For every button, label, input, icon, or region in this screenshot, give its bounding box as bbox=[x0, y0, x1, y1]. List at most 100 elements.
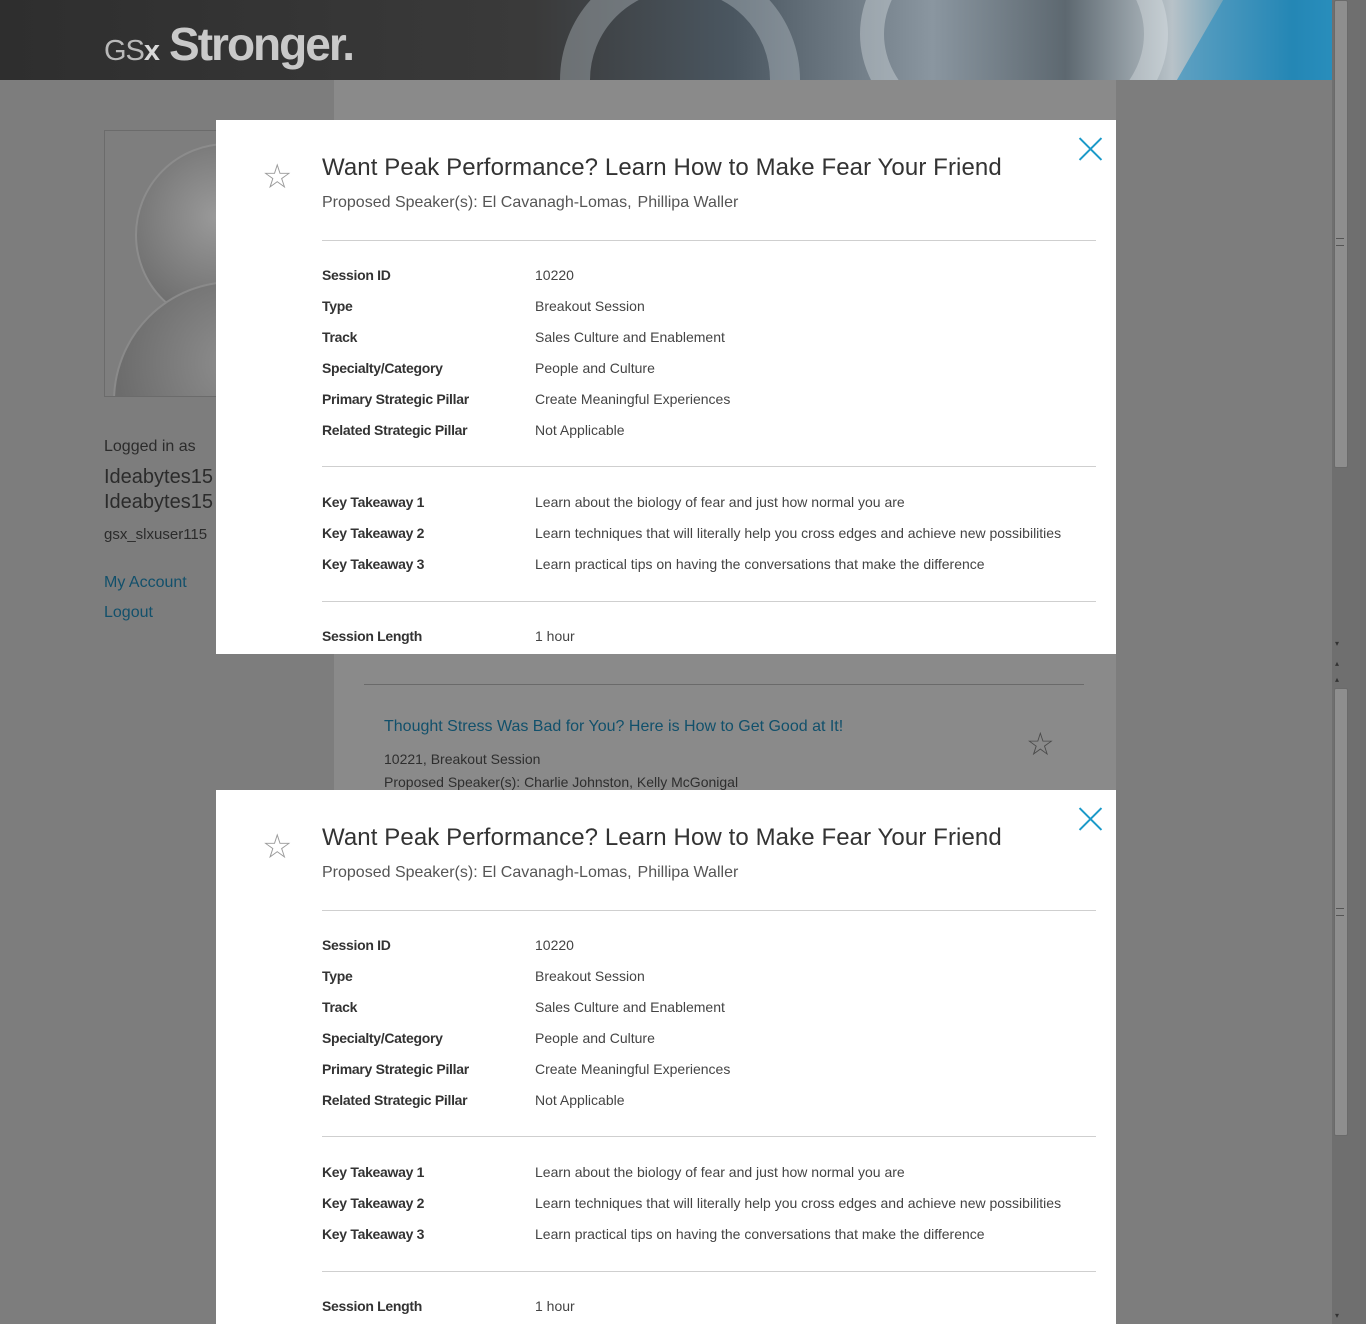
scrollbar-grip bbox=[1336, 908, 1344, 916]
detail-value: 10220 bbox=[535, 267, 574, 283]
detail-value: People and Culture bbox=[535, 1030, 655, 1046]
speaker-name: El Cavanagh-Lomas, bbox=[482, 194, 632, 211]
detail-label: Specialty/Category bbox=[322, 1030, 443, 1046]
speakers-prefix: Proposed Speaker(s): bbox=[322, 194, 478, 211]
detail-row-session-length: Session Length 1 hour bbox=[322, 1298, 1102, 1318]
scroll-up-arrow-icon[interactable]: ▴ bbox=[1335, 660, 1339, 668]
takeaway-label: Key Takeaway 2 bbox=[322, 1195, 425, 1211]
detail-value: People and Culture bbox=[535, 360, 655, 376]
divider bbox=[322, 1136, 1096, 1137]
divider bbox=[322, 466, 1096, 467]
speaker-name: El Cavanagh-Lomas, bbox=[482, 864, 632, 881]
speaker-name: Phillipa Waller bbox=[637, 194, 739, 211]
detail-label: Session Length bbox=[322, 1298, 423, 1314]
header-graphic bbox=[1165, 0, 1332, 80]
user-first-name: Ideabytes15 bbox=[104, 466, 213, 488]
modal-speakers: Proposed Speaker(s): El Cavanagh-Lomas, P… bbox=[322, 194, 738, 212]
detail-value: Not Applicable bbox=[535, 1092, 625, 1108]
site-logo[interactable]: GSx Stronger. bbox=[104, 14, 355, 70]
scroll-down-arrow-icon[interactable]: ▾ bbox=[1335, 1312, 1339, 1320]
detail-label: Type bbox=[322, 298, 353, 314]
detail-row-track: Track Sales Culture and Enablement bbox=[322, 329, 1102, 349]
detail-row-category: Specialty/Category People and Culture bbox=[322, 1030, 1102, 1050]
detail-label: Session Length bbox=[322, 628, 423, 644]
detail-row-track: Track Sales Culture and Enablement bbox=[322, 999, 1102, 1019]
scroll-up-arrow-icon[interactable]: ▴ bbox=[1335, 676, 1339, 684]
detail-row-related-pillar: Related Strategic Pillar Not Applicable bbox=[322, 1092, 1102, 1112]
takeaway-value: Learn techniques that will literally hel… bbox=[535, 1195, 1062, 1211]
takeaway-label: Key Takeaway 3 bbox=[322, 1226, 425, 1242]
detail-value: Not Applicable bbox=[535, 422, 625, 438]
takeaway-row-2: Key Takeaway 2 Learn techniques that wil… bbox=[322, 1195, 1102, 1215]
takeaway-row-2: Key Takeaway 2 Learn techniques that wil… bbox=[322, 525, 1102, 545]
takeaway-value: Learn techniques that will literally hel… bbox=[535, 525, 1062, 541]
detail-row-type: Type Breakout Session bbox=[322, 968, 1102, 988]
divider bbox=[322, 240, 1096, 241]
detail-row-session-length: Session Length 1 hour bbox=[322, 628, 1102, 648]
session-title-link[interactable]: Thought Stress Was Bad for You? Here is … bbox=[384, 718, 843, 736]
takeaway-row-1: Key Takeaway 1 Learn about the biology o… bbox=[322, 494, 1102, 514]
star-outline-icon[interactable]: ☆ bbox=[262, 160, 292, 194]
detail-row-primary-pillar: Primary Strategic Pillar Create Meaningf… bbox=[322, 391, 1102, 411]
detail-value: 1 hour bbox=[535, 628, 575, 644]
scroll-down-arrow-icon[interactable]: ▾ bbox=[1335, 640, 1339, 648]
logout-link[interactable]: Logout bbox=[104, 604, 153, 622]
header-graphic bbox=[860, 0, 1168, 80]
takeaway-label: Key Takeaway 3 bbox=[322, 556, 425, 572]
detail-value: Breakout Session bbox=[535, 298, 645, 314]
page-scrollbar[interactable]: ▾ ▴ ▴ ▾ bbox=[1332, 0, 1366, 1324]
detail-label: Session ID bbox=[322, 937, 391, 953]
modal-speakers: Proposed Speaker(s): El Cavanagh-Lomas, P… bbox=[322, 864, 738, 882]
star-outline-icon[interactable]: ☆ bbox=[262, 830, 292, 864]
close-icon[interactable] bbox=[1078, 137, 1102, 161]
detail-label: Primary Strategic Pillar bbox=[322, 1061, 469, 1077]
username: gsx_slxuser115 bbox=[104, 526, 208, 543]
logo-tagline: Stronger. bbox=[169, 18, 355, 70]
close-icon[interactable] bbox=[1078, 807, 1102, 831]
star-outline-icon[interactable]: ☆ bbox=[1026, 728, 1055, 760]
session-meta: 10221, Breakout Session bbox=[384, 751, 541, 767]
divider bbox=[322, 910, 1096, 911]
detail-value: Create Meaningful Experiences bbox=[535, 391, 731, 407]
session-detail-modal: ☆ Want Peak Performance? Learn How to Ma… bbox=[216, 790, 1116, 1324]
detail-label: Type bbox=[322, 968, 353, 984]
detail-value: 10220 bbox=[535, 937, 574, 953]
detail-row-type: Type Breakout Session bbox=[322, 298, 1102, 318]
detail-value: Create Meaningful Experiences bbox=[535, 1061, 731, 1077]
session-detail-modal: ☆ Want Peak Performance? Learn How to Ma… bbox=[216, 120, 1116, 654]
divider bbox=[322, 1271, 1096, 1272]
detail-label: Related Strategic Pillar bbox=[322, 422, 468, 438]
takeaway-value: Learn practical tips on having the conve… bbox=[535, 556, 985, 572]
scrollbar-thumb-top[interactable] bbox=[1334, 0, 1348, 468]
takeaway-label: Key Takeaway 1 bbox=[322, 494, 425, 510]
detail-label: Session ID bbox=[322, 267, 391, 283]
detail-value: Sales Culture and Enablement bbox=[535, 999, 725, 1015]
list-divider bbox=[364, 684, 1084, 685]
my-account-link[interactable]: My Account bbox=[104, 574, 187, 592]
session-speakers: Proposed Speaker(s): Charlie Johnston, K… bbox=[384, 774, 739, 790]
site-header: GSx Stronger. bbox=[0, 0, 1332, 80]
detail-row-related-pillar: Related Strategic Pillar Not Applicable bbox=[322, 422, 1102, 442]
detail-label: Track bbox=[322, 329, 358, 345]
takeaway-row-1: Key Takeaway 1 Learn about the biology o… bbox=[322, 1164, 1102, 1184]
divider bbox=[322, 601, 1096, 602]
modal-title: Want Peak Performance? Learn How to Make… bbox=[322, 824, 1002, 851]
detail-label: Specialty/Category bbox=[322, 360, 443, 376]
takeaway-label: Key Takeaway 1 bbox=[322, 1164, 425, 1180]
detail-row-session-id: Session ID 10220 bbox=[322, 937, 1102, 957]
detail-row-primary-pillar: Primary Strategic Pillar Create Meaningf… bbox=[322, 1061, 1102, 1081]
user-last-name: Ideabytes15 bbox=[104, 491, 213, 513]
detail-row-category: Specialty/Category People and Culture bbox=[322, 360, 1102, 380]
takeaway-value: Learn about the biology of fear and just… bbox=[535, 1164, 905, 1180]
takeaway-value: Learn practical tips on having the conve… bbox=[535, 1226, 985, 1242]
detail-row-session-id: Session ID 10220 bbox=[322, 267, 1102, 287]
detail-label: Track bbox=[322, 999, 358, 1015]
speakers-prefix: Proposed Speaker(s): bbox=[322, 864, 478, 881]
takeaway-row-3: Key Takeaway 3 Learn practical tips on h… bbox=[322, 556, 1102, 576]
speaker-name: Phillipa Waller bbox=[637, 864, 739, 881]
header-graphic bbox=[560, 0, 800, 80]
detail-label: Related Strategic Pillar bbox=[322, 1092, 468, 1108]
logged-in-label: Logged in as bbox=[104, 438, 196, 455]
detail-label: Primary Strategic Pillar bbox=[322, 391, 469, 407]
takeaway-value: Learn about the biology of fear and just… bbox=[535, 494, 905, 510]
